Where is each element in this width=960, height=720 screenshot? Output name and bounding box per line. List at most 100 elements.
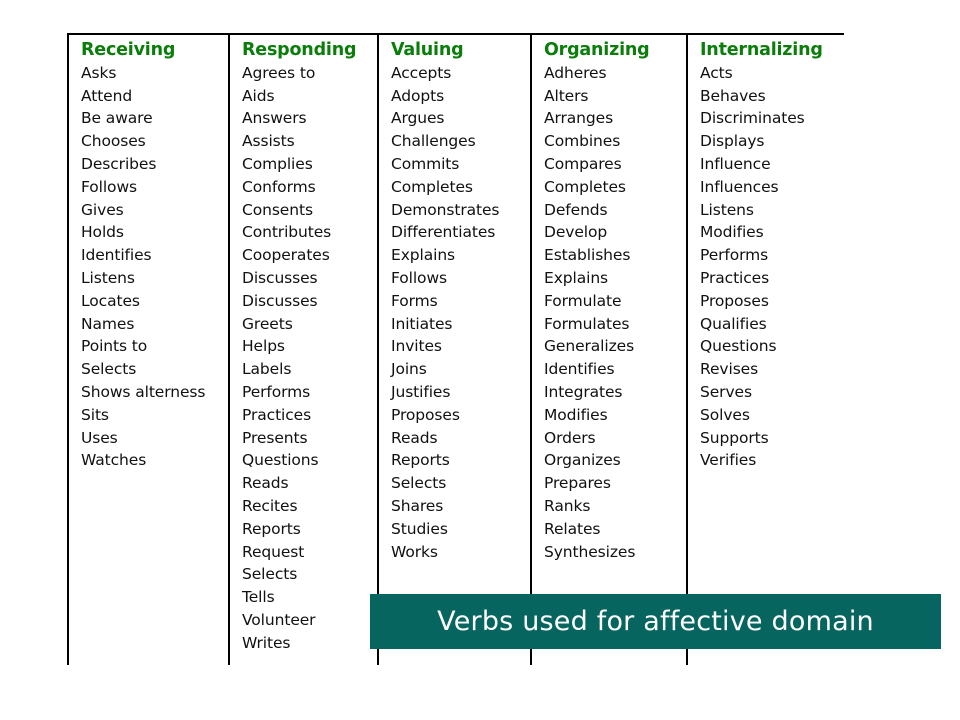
verb-item: Organizes: [544, 451, 621, 470]
verb-item: Assists: [242, 132, 295, 151]
verb-item: Reports: [391, 451, 450, 470]
verb-item: Commits: [391, 154, 460, 173]
verb-item: Ranks: [544, 496, 591, 515]
verb-item: Relates: [544, 519, 601, 538]
verb-item: Prepares: [544, 474, 611, 493]
column-header-internalizing: Internalizing: [700, 40, 823, 60]
verb-item: Practices: [700, 268, 770, 287]
verb-item: Generalizes: [544, 337, 635, 356]
verb-item: Discusses: [242, 268, 318, 287]
affective-domain-verb-table: Receiving Asks Attend Be aware Chooses Descri…: [67, 33, 844, 665]
verb-column-responding: Responding Agrees to Aids Answers Assists Com…: [228, 35, 377, 665]
verb-item: Influences: [700, 177, 779, 196]
verb-item: Argues: [391, 109, 445, 128]
verb-item: Answers: [242, 109, 307, 128]
verb-item: Practices: [242, 405, 312, 424]
verb-item: Contributes: [242, 223, 332, 242]
verb-item: Integrates: [544, 382, 623, 401]
verb-item: Modifies: [700, 223, 764, 242]
verb-item: Points to: [81, 337, 148, 356]
verb-item: Demonstrates: [391, 200, 500, 219]
verb-item: Describes: [81, 154, 157, 173]
verb-item: Questions: [242, 451, 319, 470]
verb-item: Uses: [81, 428, 118, 447]
verb-item: Works: [391, 542, 438, 561]
verb-item: Performs: [242, 382, 311, 401]
verb-column-valuing: Valuing Accepts Adopts Argues Challenges Comm…: [377, 35, 530, 665]
verb-item: Presents: [242, 428, 308, 447]
verb-item: Reads: [242, 474, 289, 493]
verb-item: Identifies: [81, 246, 152, 265]
verb-item: Arranges: [544, 109, 614, 128]
verb-item: Supports: [700, 428, 769, 447]
verb-item: Forms: [391, 291, 438, 310]
verb-item: Formulate: [544, 291, 622, 310]
verb-item: Identifies: [544, 360, 615, 379]
verb-item: Proposes: [700, 291, 769, 310]
column-header-responding: Responding: [242, 40, 357, 60]
verb-item: Labels: [242, 360, 292, 379]
verb-item: Formulates: [544, 314, 630, 333]
verb-item: Gives: [81, 200, 124, 219]
verb-item: Behaves: [700, 86, 766, 105]
verb-item: Invites: [391, 337, 442, 356]
verb-item: Explains: [391, 246, 456, 265]
verb-item: Differentiates: [391, 223, 496, 242]
verb-item: Greets: [242, 314, 293, 333]
verb-item: Justifies: [391, 382, 451, 401]
verb-item: Asks: [81, 63, 117, 82]
slide-canvas: Receiving Asks Attend Be aware Chooses Descri…: [0, 0, 960, 720]
verb-item: Be aware: [81, 109, 153, 128]
verb-item: Performs: [700, 246, 769, 265]
verb-item: Challenges: [391, 132, 476, 151]
verb-item: Alters: [544, 86, 589, 105]
verb-item: Serves: [700, 382, 752, 401]
verb-item: Shows alterness: [81, 382, 206, 401]
verb-item: Watches: [81, 451, 147, 470]
verb-list-receiving: Asks Attend Be aware Chooses Describes Follow…: [81, 62, 228, 472]
verb-item: Agrees to: [242, 63, 316, 82]
verb-item: Request: [242, 542, 305, 561]
verb-item: Attend: [81, 86, 133, 105]
verb-item: Combines: [544, 132, 621, 151]
verb-item: Adheres: [544, 63, 607, 82]
verb-item: Establishes: [544, 246, 631, 265]
verb-item: Qualifies: [700, 314, 767, 333]
verb-item: Explains: [544, 268, 609, 287]
verb-item: Follows: [391, 268, 447, 287]
column-header-valuing: Valuing: [391, 40, 464, 60]
column-header-receiving: Receiving: [81, 40, 176, 60]
verb-item: Orders: [544, 428, 596, 447]
verb-item: Selects: [391, 474, 447, 493]
caption-banner: Verbs used for affective domain: [370, 594, 941, 649]
verb-item: Influence: [700, 154, 771, 173]
verb-item: Defends: [544, 200, 608, 219]
verb-item: Completes: [391, 177, 473, 196]
verb-item: Joins: [391, 360, 427, 379]
verb-item: Questions: [700, 337, 777, 356]
verb-item: Listens: [700, 200, 754, 219]
verb-item: Listens: [81, 268, 135, 287]
verb-item: Selects: [242, 565, 298, 584]
verb-item: Names: [81, 314, 135, 333]
verb-item: Displays: [700, 132, 765, 151]
verb-item: Tells: [242, 588, 275, 607]
verb-item: Chooses: [81, 132, 146, 151]
verb-list-valuing: Accepts Adopts Argues Challenges Commits Comp…: [391, 62, 530, 564]
verb-item: Shares: [391, 496, 444, 515]
verb-item: Locates: [81, 291, 140, 310]
verb-item: Accepts: [391, 63, 452, 82]
verb-item: Complies: [242, 154, 313, 173]
verb-item: Studies: [391, 519, 448, 538]
verb-item: Volunteer: [242, 610, 316, 629]
verb-item: Modifies: [544, 405, 608, 424]
verb-item: Discusses: [242, 291, 318, 310]
verb-item: Selects: [81, 360, 137, 379]
verb-item: Cooperates: [242, 246, 330, 265]
verb-item: Adopts: [391, 86, 445, 105]
verb-item: Conforms: [242, 177, 316, 196]
verb-column-organizing: Organizing Adheres Alters Arranges Combines C…: [530, 35, 686, 665]
caption-label: Verbs used for affective domain: [437, 605, 874, 637]
verb-item: Reports: [242, 519, 301, 538]
verb-column-internalizing: Internalizing Acts Behaves Discriminates Dis…: [686, 35, 844, 665]
